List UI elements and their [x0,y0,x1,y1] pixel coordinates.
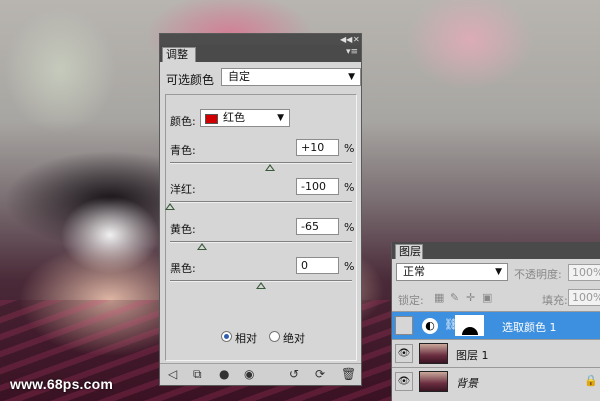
preset-select[interactable]: 自定 ▼ [221,68,361,86]
absolute-label: 绝对 [283,332,305,345]
slider-label: 洋红: [170,183,196,196]
layer-name: 选取颜色 1 [502,321,557,334]
layer-row[interactable]: ◐ ⛓ 选取颜色 1 [392,311,600,339]
visibility-toggle[interactable] [395,316,413,335]
layer-mask-thumbnail[interactable] [455,315,484,336]
lock-transparent-icon[interactable]: ▦ [434,291,444,304]
refresh-icon[interactable]: ⟳ [315,367,325,381]
blend-mode-select[interactable]: 正常 ▼ [396,263,508,281]
chevron-down-icon: ▼ [495,267,502,277]
panel-topbar: ◀◀ ✕ [160,34,361,45]
slider-track[interactable] [170,201,352,203]
percent-unit: % [344,181,355,194]
layer-thumbnail [419,343,448,364]
fill-input[interactable]: 100% [568,289,600,306]
magenta-slider: 洋红: -100 % [165,178,355,219]
percent-unit: % [344,260,355,273]
colors-label: 颜色: [170,115,196,128]
method-radio-group: 相对 绝对 [221,329,351,345]
preset-label: 可选颜色 [166,73,215,87]
blend-mode-value: 正常 [403,265,425,278]
layers-panel: 图层 正常 ▼ 不透明度: 100% 锁定: ▦ ✎ ✛ ▣ 填充: 100% … [391,242,600,401]
watermark: www.68ps.com [10,376,114,392]
eye-icon[interactable]: 👁 [395,372,413,391]
absolute-radio[interactable] [269,331,280,342]
opacity-label: 不透明度: [514,268,562,281]
tab-adjustments[interactable]: 调整 [162,47,196,62]
slider-thumb[interactable] [256,282,266,289]
colors-value: 红色 [223,111,245,124]
preset-value: 自定 [228,70,250,83]
yellow-value-input[interactable]: -65 [296,218,339,235]
tab-layers[interactable]: 图层 [395,244,423,259]
chevron-down-icon: ▼ [277,113,284,123]
yellow-slider: 黄色: -65 % [170,218,355,259]
slider-track[interactable] [170,162,352,164]
adjustment-controls: 颜色: 红色 ▼ 青色: +10 % 洋红: -100 % 黄色: -65 % [165,94,357,361]
black-value-input[interactable]: 0 [296,257,339,274]
colors-row: 颜色: 红色 ▼ [170,109,354,129]
panel-menu-icon[interactable]: ▾≡ [346,47,358,57]
percent-unit: % [344,221,355,234]
layer-name: 背景 [456,377,478,390]
panel-bottom-bar: ◁ ⧉ ● ◉ ↺ ⟳ 🗑 [160,363,361,385]
layer-thumbnail [419,371,448,392]
colors-select[interactable]: 红色 ▼ [200,109,290,127]
percent-unit: % [344,142,355,155]
slider-thumb[interactable] [265,164,276,171]
visibility-icon[interactable]: ● [219,367,229,381]
lock-row: 锁定: ▦ ✎ ✛ ▣ 填充: 100% [396,289,600,307]
double-arrow-left-icon[interactable]: ◀◀ [340,34,352,45]
slider-label: 黄色: [170,223,196,236]
slider-thumb[interactable] [196,243,207,250]
red-swatch [205,114,218,124]
mask-shape [462,327,478,335]
magenta-value-input[interactable]: -100 [296,178,339,195]
view-previous-icon[interactable]: ◉ [244,367,254,381]
cyan-slider: 青色: +10 % [170,139,355,180]
relative-label: 相对 [235,332,257,345]
eye-icon[interactable]: 👁 [395,344,413,363]
lock-label: 锁定: [398,294,424,307]
lock-all-icon[interactable]: ▣ [482,291,492,304]
trash-icon[interactable]: 🗑 [341,367,356,381]
relative-radio[interactable] [221,331,232,342]
chevron-down-icon: ▼ [348,72,355,82]
back-arrow-icon[interactable]: ◁ [168,367,177,381]
lock-position-icon[interactable]: ✛ [466,291,475,304]
adjustment-layer-icon: ◐ [422,318,438,334]
lock-icon: 🔒 [584,374,598,387]
fill-label: 填充: [542,294,568,307]
black-slider: 黑色: 0 % [170,257,355,298]
layer-row[interactable]: 👁 背景 🔒 [392,367,600,395]
layer-name: 图层 1 [456,349,489,362]
adjustments-panel: ◀◀ ✕ 调整 ▾≡ 可选颜色 自定 ▼ 颜色: 红色 ▼ 青色: +10 % [159,33,362,386]
reset-icon[interactable]: ↺ [289,367,299,381]
opacity-input[interactable]: 100% [568,264,600,281]
preset-row: 可选颜色 自定 ▼ [166,68,361,88]
blend-row: 正常 ▼ 不透明度: 100% [396,263,600,283]
slider-label: 黑色: [170,262,196,275]
panel-tabrow: 调整 ▾≡ [160,45,361,62]
close-icon[interactable]: ✕ [353,34,360,45]
slider-thumb[interactable] [165,203,175,210]
cyan-value-input[interactable]: +10 [296,139,339,156]
clip-layer-icon[interactable]: ⧉ [193,367,202,381]
lock-image-icon[interactable]: ✎ [450,291,459,304]
layers-tabrow: 图层 [392,242,600,259]
layer-row[interactable]: 👁 图层 1 [392,339,600,367]
slider-label: 青色: [170,144,196,157]
